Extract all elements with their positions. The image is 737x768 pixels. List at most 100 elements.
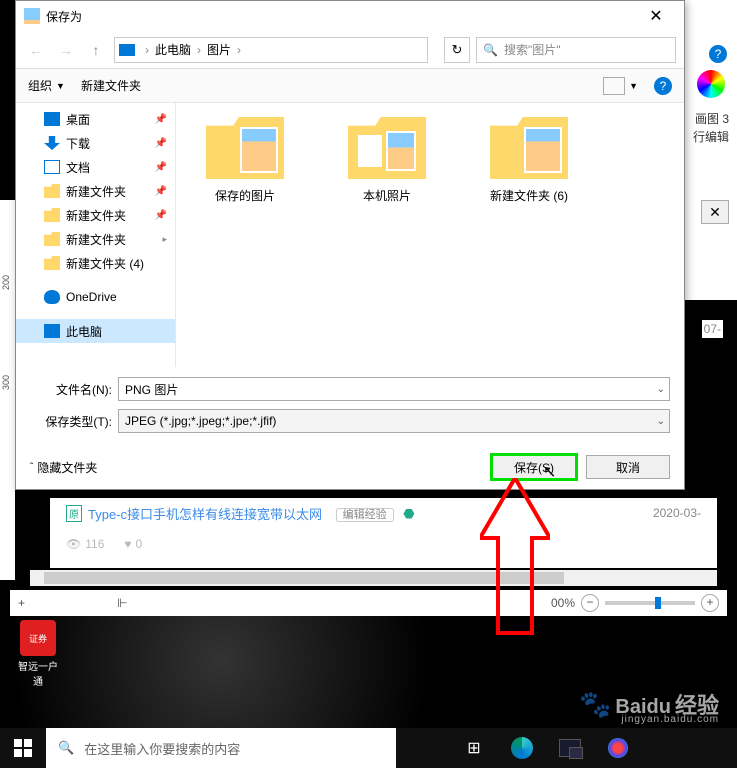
shield-icon: ⬣ <box>403 506 414 521</box>
bottom-panel: 文件名(N): PNG 图片⌄ 保存类型(T): JPEG (*.jpg;*.j… <box>16 367 684 445</box>
breadcrumb-folder[interactable]: 图片 <box>207 41 231 58</box>
sidebar-item-documents[interactable]: 文档📌 <box>16 155 175 179</box>
onedrive-icon <box>44 290 60 304</box>
folder-icon <box>348 117 426 179</box>
hide-folders-toggle[interactable]: ˆ隐藏文件夹 <box>30 459 97 476</box>
edge-icon <box>511 737 533 759</box>
filename-input[interactable]: PNG 图片⌄ <box>118 377 670 401</box>
sidebar-item-downloads[interactable]: 下载 📌 <box>16 131 175 155</box>
snip-app-button[interactable] <box>596 728 640 768</box>
status-marker-icon: ⊩ <box>117 596 127 610</box>
filetype-label: 保存类型(T): <box>30 413 112 430</box>
sidebar-label: 新建文件夹 (4) <box>66 255 144 272</box>
action-bar: ˆ隐藏文件夹 保存(S) 取消 <box>16 445 684 489</box>
breadcrumb[interactable]: › 此电脑 › 图片 › <box>114 37 428 63</box>
article-row: 原 Type-c接口手机怎样有线连接宽带以太网 编辑经验 ⬣ 2020-03- … <box>50 498 717 568</box>
folder-icon <box>206 117 284 179</box>
search-input[interactable]: 🔍 搜索"图片" <box>476 37 676 63</box>
start-button[interactable] <box>0 728 46 768</box>
edge-button[interactable] <box>500 728 544 768</box>
nav-up-button[interactable]: ↑ <box>84 38 108 62</box>
original-badge-icon: 原 <box>66 505 82 522</box>
folder-icon <box>490 117 568 179</box>
folder-icon <box>44 232 60 246</box>
pin-icon: 📌 <box>155 138 167 149</box>
folder-saved[interactable]: 保存的图片 <box>190 117 300 204</box>
sidebar-label: 新建文件夹 <box>66 231 126 248</box>
task-view-button[interactable]: ⊞ <box>452 728 496 768</box>
monitor-app-button[interactable] <box>548 728 592 768</box>
nav-back-button[interactable]: ← <box>24 38 48 62</box>
save-button[interactable]: 保存(S) <box>492 455 576 479</box>
ruler-vertical: 200 300 <box>0 200 15 580</box>
sidebar-item-nf4[interactable]: 新建文件夹 (4) <box>16 251 175 275</box>
refresh-button[interactable]: ↻ <box>444 37 470 63</box>
taskbar-search[interactable]: 🔍 在这里输入你要搜索的内容 <box>46 728 396 768</box>
likes-stat: ♥0 <box>124 537 142 551</box>
zoom-value: 00% <box>551 596 575 610</box>
views-stat: 👁116 <box>66 537 104 551</box>
heart-icon: ♥ <box>124 537 131 551</box>
baidu-watermark: 🐾 Baidu 经验 jingyan.baidu.com <box>579 688 719 720</box>
status-plus[interactable]: + <box>18 596 25 610</box>
folder-content: 保存的图片本机照片 新建文件夹 (6) <box>176 103 684 367</box>
filetype-select[interactable]: JPEG (*.jpg;*.jpeg;*.jpe;*.jfif)⌄ <box>118 409 670 433</box>
filename-label: 文件名(N): <box>30 381 112 398</box>
sidebar-item-nf3[interactable]: 新建文件夹 ▸ <box>16 227 175 251</box>
organize-menu[interactable]: 组织▼ <box>28 77 65 94</box>
bg-date-partial: 07- <box>702 320 723 338</box>
zoom-in-button[interactable]: + <box>701 594 719 612</box>
sidebar: 桌面📌下载📌文档📌新建文件夹📌新建文件夹📌新建文件夹▸新建文件夹 (4)OneD… <box>16 103 176 367</box>
bg-close-button[interactable]: ✕ <box>701 200 729 224</box>
cancel-button[interactable]: 取消 <box>586 455 670 479</box>
nav-forward-button[interactable]: → <box>54 38 78 62</box>
desktop-icon <box>44 112 60 126</box>
eye-icon: 👁 <box>66 537 81 551</box>
article-link[interactable]: 原 Type-c接口手机怎样有线连接宽带以太网 <box>66 504 322 523</box>
close-button[interactable]: ✕ <box>636 6 676 26</box>
folder-nf6[interactable]: 新建文件夹 (6) <box>474 117 584 204</box>
dialog-title: 保存为 <box>46 8 636 25</box>
edit-badge[interactable]: 编辑经验 <box>336 508 394 522</box>
paw-icon: 🐾 <box>579 689 611 720</box>
cortana-button[interactable] <box>404 728 448 768</box>
sidebar-label: OneDrive <box>66 290 117 304</box>
toolbar: 组织▼ 新建文件夹 ▼ ? <box>16 69 684 103</box>
search-icon: 🔍 <box>58 740 74 756</box>
expand-icon: ▸ <box>162 234 167 245</box>
search-icon: 🔍 <box>483 43 498 57</box>
navbar: ← → ↑ › 此电脑 › 图片 › ↻ 🔍 搜索"图片" <box>16 31 684 69</box>
breadcrumb-root[interactable]: 此电脑 <box>155 41 191 58</box>
horizontal-scrollbar[interactable] <box>30 570 717 586</box>
pin-icon: 📌 <box>155 186 167 197</box>
search-placeholder: 搜索"图片" <box>504 41 561 58</box>
monitor-icon <box>559 739 581 757</box>
sidebar-label: 新建文件夹 <box>66 207 126 224</box>
sidebar-label: 下载 <box>66 135 90 152</box>
doc-icon <box>44 160 60 174</box>
sidebar-item-thispc[interactable]: 此电脑 <box>16 319 175 343</box>
folder-icon <box>44 184 60 198</box>
folder-label: 本机照片 <box>332 187 442 204</box>
folder-label: 新建文件夹 (6) <box>474 187 584 204</box>
sidebar-item-nf2[interactable]: 新建文件夹📌 <box>16 203 175 227</box>
sidebar-item-onedrive[interactable]: OneDrive <box>16 285 175 309</box>
windows-logo-icon <box>14 739 32 757</box>
sidebar-item-desktop[interactable]: 桌面 📌 <box>16 107 175 131</box>
titlebar: 保存为 ✕ <box>16 1 684 31</box>
bg-label-1: 画图 3 <box>695 110 729 127</box>
folder-camera[interactable]: 本机照片 <box>332 117 442 204</box>
taskbar: 🔍 在这里输入你要搜索的内容 ⊞ <box>0 728 737 768</box>
pin-icon: 📌 <box>155 114 167 125</box>
pc-icon <box>119 44 135 56</box>
view-menu[interactable]: ▼ <box>603 77 638 95</box>
help-icon[interactable]: ? <box>654 77 672 95</box>
zoom-slider[interactable] <box>605 601 695 605</box>
bg-help-icon[interactable]: ? <box>709 45 727 63</box>
desktop-shortcut[interactable]: 证券 智远一户通 <box>16 620 60 688</box>
app-icon <box>24 8 40 24</box>
new-folder-button[interactable]: 新建文件夹 <box>81 77 141 94</box>
zoom-out-button[interactable]: − <box>581 594 599 612</box>
sidebar-item-nf1[interactable]: 新建文件夹📌 <box>16 179 175 203</box>
sidebar-label: 桌面 <box>66 111 90 128</box>
